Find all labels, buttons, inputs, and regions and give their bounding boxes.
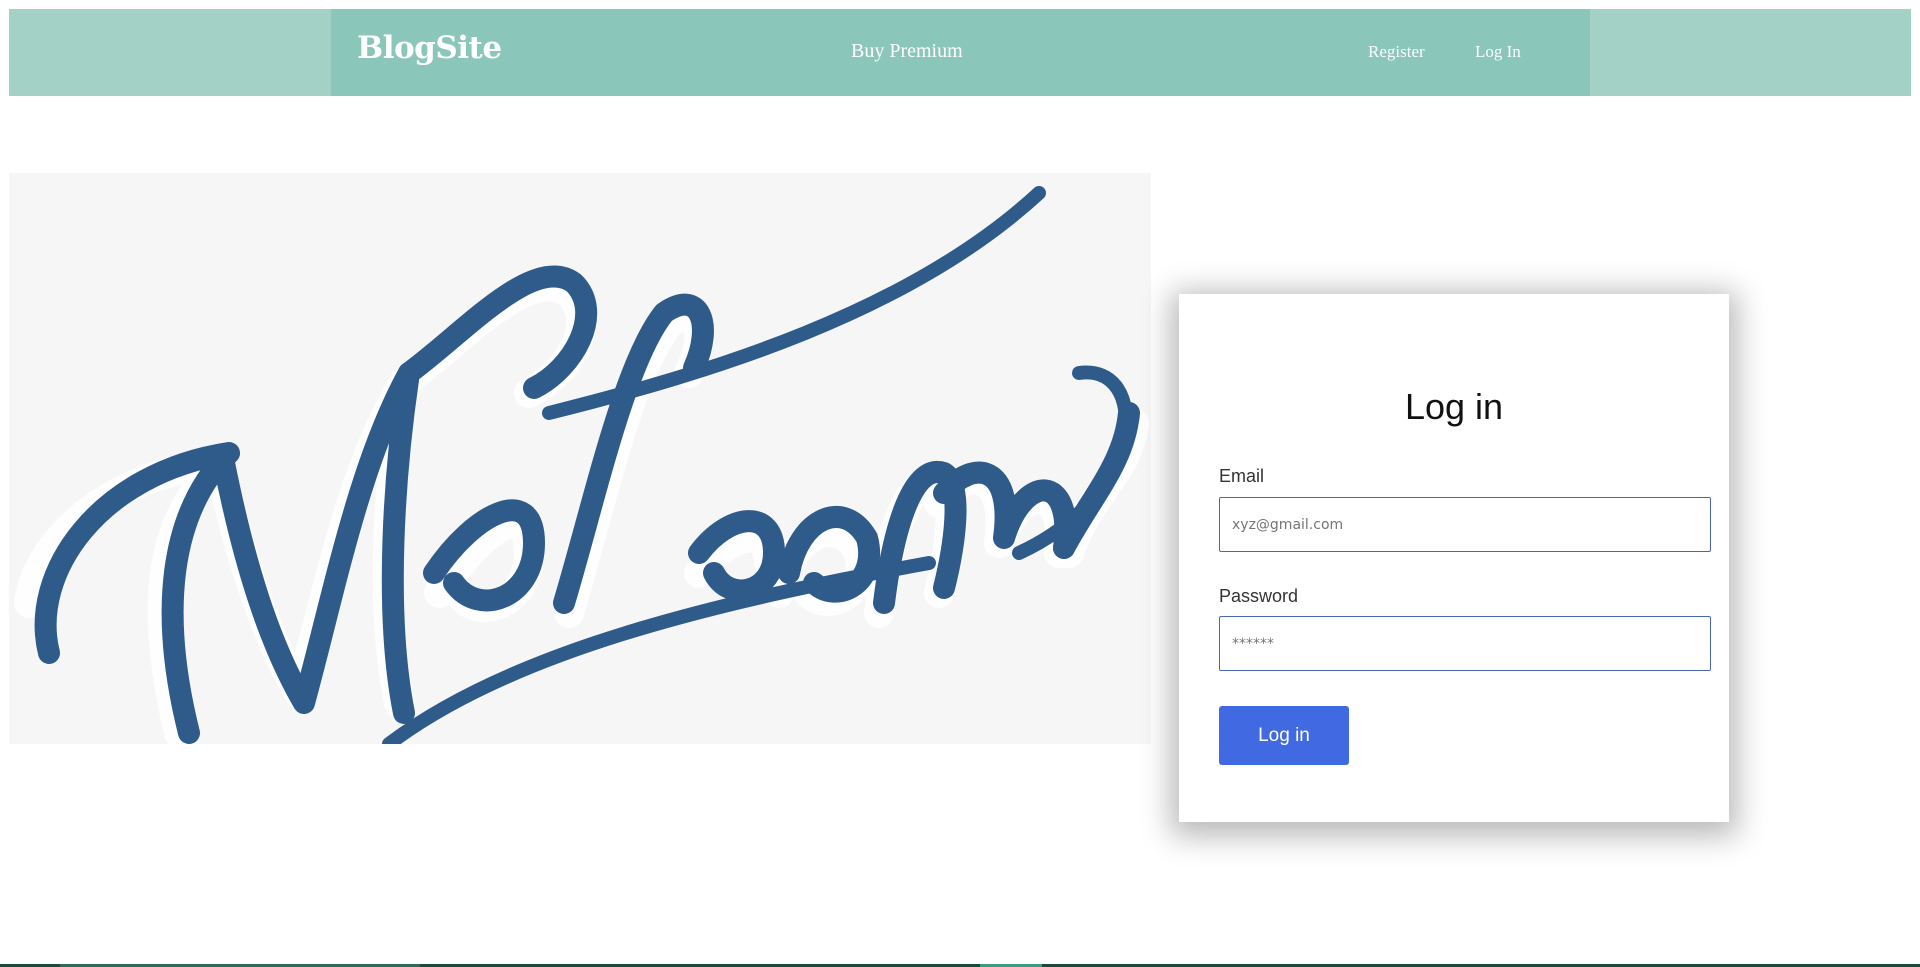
register-link[interactable]: Register (1368, 42, 1425, 62)
login-nav-link[interactable]: Log In (1475, 42, 1521, 62)
welcome-script-graphic (14, 186, 1149, 744)
password-input[interactable] (1219, 616, 1711, 671)
email-input[interactable] (1219, 497, 1711, 552)
email-label: Email (1219, 466, 1265, 486)
password-label: Password (1219, 586, 1299, 606)
brand-logo-link[interactable]: BlogSite (357, 30, 502, 66)
buy-premium-link[interactable]: Buy Premium (851, 40, 963, 63)
welcome-image (9, 173, 1151, 744)
login-submit-button[interactable]: Log in (1219, 706, 1349, 765)
page: BlogSite Buy Premium Register Log In Log… (0, 0, 1920, 967)
login-title: Log in (1404, 386, 1504, 427)
login-card: Log in Email Password Log in (1179, 294, 1729, 822)
